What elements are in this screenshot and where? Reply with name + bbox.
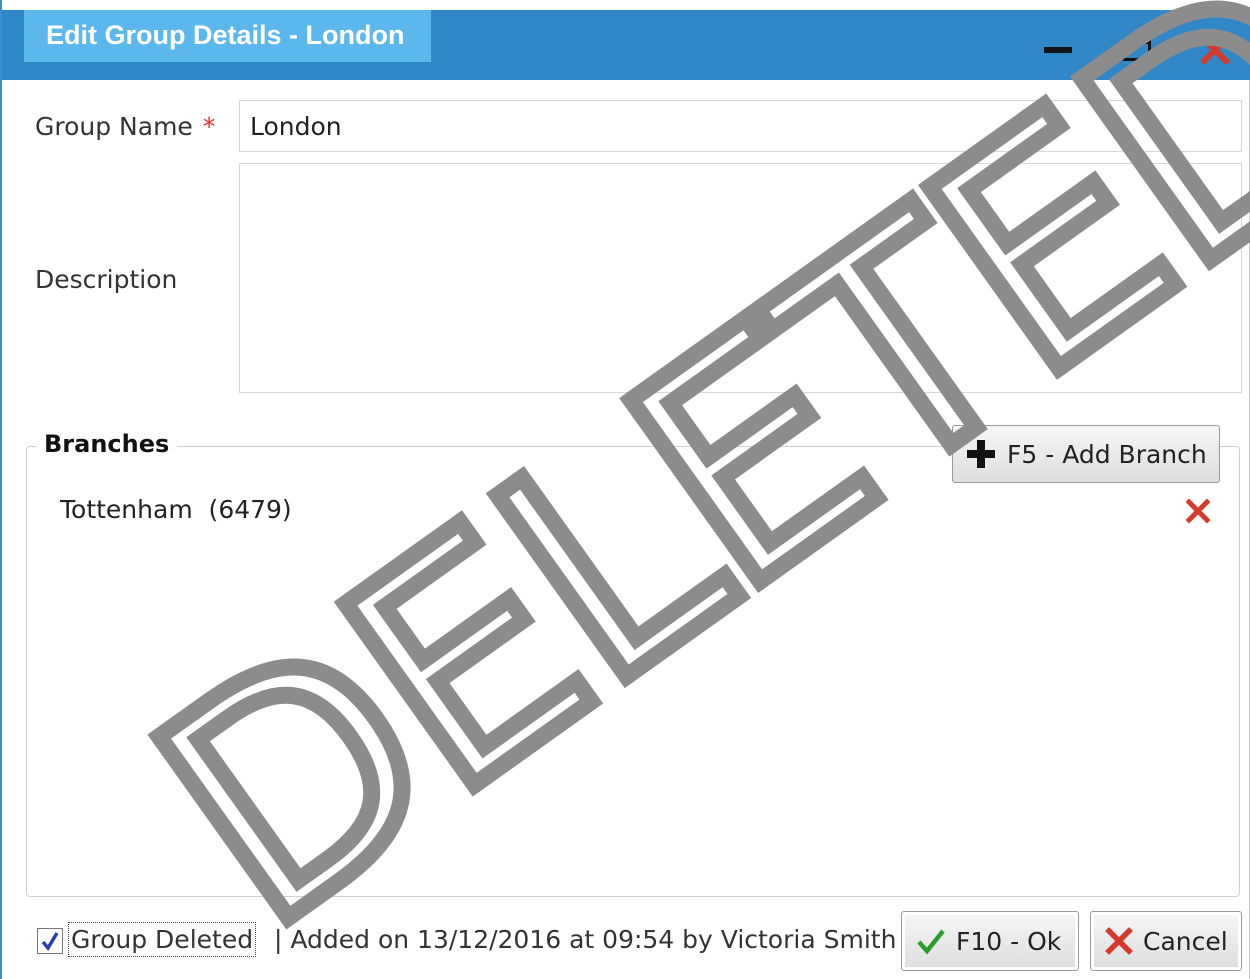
added-status-text: | Added on 13/12/2016 at 09:54 by Victor…: [274, 925, 897, 954]
ok-button[interactable]: F10 - Ok: [901, 911, 1079, 971]
ok-button-label: F10 - Ok: [956, 926, 1062, 956]
cancel-x-icon: [1105, 927, 1133, 955]
branches-legend: Branches: [36, 430, 178, 458]
checkmark-icon: [917, 929, 945, 955]
group-deleted-checkbox[interactable]: [37, 928, 63, 954]
maximize-icon[interactable]: [1116, 30, 1156, 66]
add-branch-label: F5 - Add Branch: [1007, 439, 1207, 469]
plus-icon: [967, 440, 995, 468]
title-bar[interactable]: Edit Group Details - London: [2, 0, 1250, 80]
group-name-label-text: Group Name: [35, 112, 193, 141]
minimize-icon[interactable]: [1038, 30, 1078, 66]
group-deleted-label[interactable]: Group Deleted: [68, 922, 257, 957]
group-name-label: Group Name *: [35, 112, 215, 141]
branch-name: Tottenham (6479): [60, 495, 292, 524]
description-label: Description: [35, 265, 178, 294]
cancel-button[interactable]: Cancel: [1090, 911, 1242, 971]
branch-list-item: Tottenham (6479): [60, 495, 1220, 531]
remove-branch-icon[interactable]: [1185, 498, 1214, 527]
required-marker: *: [202, 112, 216, 141]
add-branch-button[interactable]: F5 - Add Branch: [952, 425, 1220, 483]
edit-group-dialog: Edit Group Details - London Group Name * …: [0, 0, 1250, 979]
description-textarea[interactable]: [239, 163, 1242, 393]
cancel-button-label: Cancel: [1143, 926, 1228, 956]
title-tab: Edit Group Details - London: [24, 10, 431, 62]
window-title: Edit Group Details - London: [46, 20, 405, 50]
close-window-icon[interactable]: [1195, 30, 1235, 66]
group-name-input[interactable]: [239, 100, 1242, 152]
